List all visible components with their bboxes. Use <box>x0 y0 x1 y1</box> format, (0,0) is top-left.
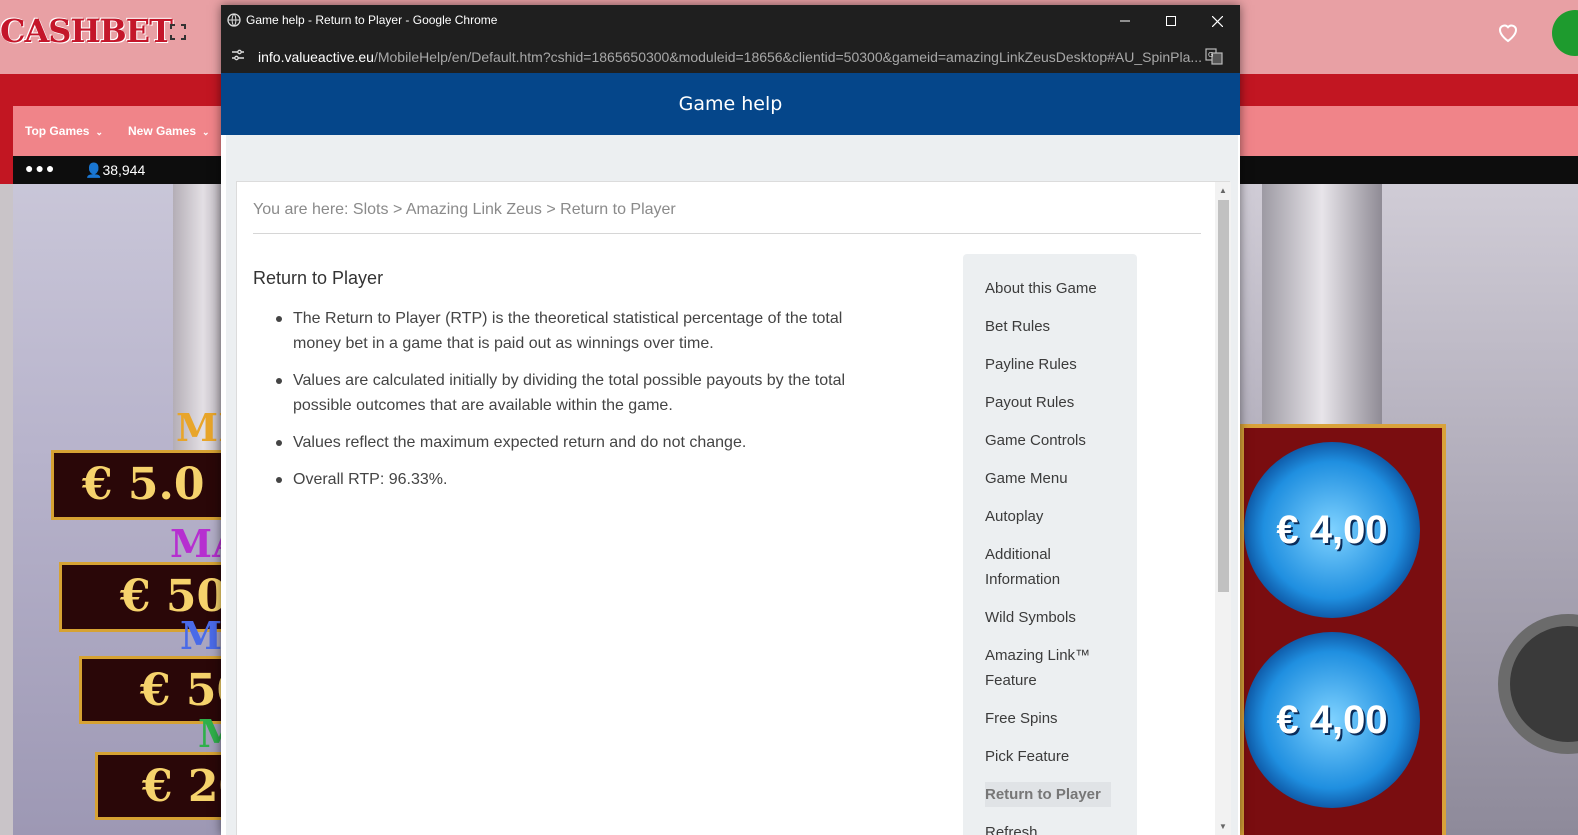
side-nav-pick-feature[interactable]: Pick Feature <box>985 744 1115 769</box>
side-nav-bet-rules[interactable]: Bet Rules <box>985 314 1115 339</box>
help-side-nav: About this Game Bet Rules Payline Rules … <box>963 254 1137 835</box>
title-bar: Game help - Return to Player - Google Ch… <box>221 5 1240 37</box>
list-item-text: The Return to Player (RTP) is the theore… <box>293 310 843 352</box>
side-nav-refresh[interactable]: Refresh <box>985 820 1115 835</box>
help-body: You are here: Slots > Amazing Link Zeus … <box>226 135 1238 835</box>
side-nav-wild-symbols[interactable]: Wild Symbols <box>985 605 1115 630</box>
page-title: Return to Player <box>253 268 384 288</box>
fullscreen-icon[interactable] <box>170 24 186 40</box>
nav-top-games[interactable]: Top Games ⌄ <box>25 124 103 138</box>
side-nav-autoplay[interactable]: Autoplay <box>985 504 1115 529</box>
side-nav-payout-rules[interactable]: Payout Rules <box>985 390 1115 415</box>
close-button[interactable] <box>1194 5 1240 37</box>
jackpot-amount: € 20 <box>142 761 223 812</box>
side-nav-game-menu[interactable]: Game Menu <box>985 466 1115 491</box>
breadcrumb: You are here: Slots > Amazing Link Zeus … <box>253 201 676 218</box>
side-nav-return-to-player[interactable]: Return to Player <box>985 782 1111 807</box>
url-path: /MobileHelp/en/Default.htm?cshid=1865650… <box>373 49 1203 65</box>
site-logo[interactable]: CASHBET <box>0 12 173 50</box>
list-item-text: Overall RTP: 96.33%. <box>293 471 448 488</box>
players-count-value: 38,944 <box>102 162 146 178</box>
bullet-dot <box>276 378 282 384</box>
more-icon[interactable]: ●●● <box>25 160 56 176</box>
jackpot-amount: € 5.0 <box>82 459 205 510</box>
url-host: info.valueactive.eu <box>258 49 374 65</box>
chevron-down-icon: ⌄ <box>95 127 104 137</box>
side-nav-payline-rules[interactable]: Payline Rules <box>985 352 1115 377</box>
pillar-image <box>1262 184 1382 424</box>
minimize-button[interactable] <box>1102 5 1148 37</box>
list-item-text: Values are calculated initially by divid… <box>293 372 846 414</box>
chrome-popup-window: Game help - Return to Player - Google Ch… <box>221 5 1240 835</box>
bullet-dot <box>276 316 282 322</box>
spin-button[interactable] <box>1498 614 1578 754</box>
nav-label: Top Games <box>25 124 90 138</box>
jackpot-mega: ME € 5.0 <box>51 405 223 520</box>
scroll-up-icon[interactable]: ▲ <box>1219 186 1227 195</box>
translate-icon[interactable]: G <box>1205 47 1223 65</box>
coin-symbol: € 4,00 <box>1244 442 1420 618</box>
side-nav-game-controls[interactable]: Game Controls <box>985 428 1115 453</box>
help-content: You are here: Slots > Amazing Link Zeus … <box>236 181 1231 835</box>
game-left-area: ME € 5.0 MA € 50 MI € 50 MI € 20 <box>13 184 223 835</box>
scrollbar-thumb[interactable] <box>1218 200 1229 592</box>
list-item: The Return to Player (RTP) is the theore… <box>253 306 853 356</box>
jackpot-label: MA <box>170 521 223 566</box>
scroll-down-icon[interactable]: ▼ <box>1219 822 1227 831</box>
list-item: Values reflect the maximum expected retu… <box>253 430 853 455</box>
jackpot-amount: € 50 <box>140 665 223 716</box>
list-item: Overall RTP: 96.33%. <box>253 467 853 492</box>
side-nav-free-spins[interactable]: Free Spins <box>985 706 1115 731</box>
side-nav-amazing-link[interactable]: Amazing Link™ Feature <box>985 643 1105 693</box>
side-nav-additional-info[interactable]: Additional Information <box>985 542 1095 592</box>
list-item-text: Values reflect the maximum expected retu… <box>293 434 747 451</box>
chevron-down-icon: ⌄ <box>202 127 210 137</box>
maximize-icon <box>1166 16 1176 26</box>
url-text[interactable]: info.valueactive.eu/MobileHelp/en/Defaul… <box>258 49 1204 65</box>
jackpot-label: MI <box>198 711 223 756</box>
user-icon: 👤 <box>85 162 103 178</box>
scrollbar[interactable]: ▲ ▼ <box>1215 182 1231 835</box>
game-right-area: € 4,00 € 4,00 <box>1240 184 1578 835</box>
list-item: Values are calculated initially by divid… <box>253 368 853 418</box>
site-info-icon[interactable] <box>231 48 245 62</box>
nav-label: New Games <box>128 124 197 138</box>
bullet-dot <box>276 440 282 446</box>
jackpot-label: ME <box>176 405 223 450</box>
jackpot-label: MI <box>180 613 223 658</box>
heart-icon[interactable] <box>1496 20 1520 44</box>
globe-icon <box>227 13 241 27</box>
minimize-icon <box>1120 20 1130 22</box>
close-icon <box>1211 15 1223 27</box>
divider <box>253 233 1201 234</box>
coin-symbol: € 4,00 <box>1244 632 1420 808</box>
rtp-list: The Return to Player (RTP) is the theore… <box>253 306 853 504</box>
players-count: 👤38,944 <box>85 162 145 179</box>
jackpot-mini: MI € 20 <box>95 711 223 820</box>
maximize-button[interactable] <box>1148 5 1194 37</box>
svg-text:G: G <box>1208 51 1213 59</box>
account-button[interactable] <box>1552 10 1578 56</box>
address-bar[interactable]: info.valueactive.eu/MobileHelp/en/Defaul… <box>221 37 1240 73</box>
game-help-header: Game help <box>221 73 1240 135</box>
side-nav-about[interactable]: About this Game <box>985 276 1115 301</box>
game-reel: € 4,00 € 4,00 <box>1240 424 1446 835</box>
nav-new-games[interactable]: New Games ⌄ <box>128 124 210 138</box>
window-title: Game help - Return to Player - Google Ch… <box>246 13 498 27</box>
bullet-dot <box>276 477 282 483</box>
